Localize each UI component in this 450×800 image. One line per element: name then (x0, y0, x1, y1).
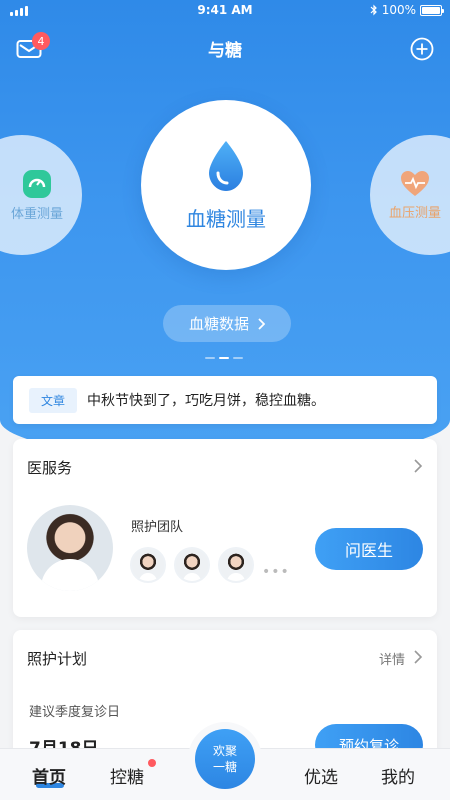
tab-sugar-control[interactable]: 控糖 (110, 763, 144, 788)
team-member-avatar[interactable] (218, 547, 254, 583)
blood-sugar-data-button[interactable]: 血糖数据 (163, 305, 291, 342)
carousel-dot-active (219, 357, 229, 359)
blood-sugar-measure-card[interactable]: 血糖测量 (141, 100, 311, 270)
tab-mine[interactable]: 我的 (381, 763, 415, 788)
doctor-avatar[interactable] (27, 505, 113, 591)
blood-drop-icon (209, 140, 243, 191)
blood-pressure-label: 血压测量 (388, 205, 441, 221)
care-plan-title: 照护计划 (27, 650, 88, 668)
care-plan-detail-link[interactable]: 详情 (379, 649, 405, 668)
article-banner[interactable]: 文章 中秋节快到了，巧吃月饼，稳控血糖。 (13, 376, 437, 424)
carousel-indicator (205, 357, 243, 359)
care-plan-subtitle: 建议季度复诊日 (29, 705, 121, 720)
carousel-dot (233, 357, 243, 359)
blood-sugar-data-label: 血糖数据 (188, 315, 249, 333)
center-tab-button[interactable]: 欢聚 一糖 (195, 729, 255, 789)
chevron-right-icon[interactable] (413, 650, 423, 664)
add-icon[interactable] (410, 37, 434, 61)
medical-service-card: 医服务 照护团队 ••• 问医生 (13, 439, 437, 617)
tab-select[interactable]: 优选 (304, 763, 338, 788)
battery-icon (420, 4, 444, 16)
chevron-right-icon[interactable] (413, 459, 423, 473)
article-text: 中秋节快到了，巧吃月饼，稳控血糖。 (87, 393, 326, 409)
team-member-avatar[interactable] (130, 547, 166, 583)
carousel-dot (205, 357, 215, 359)
care-team-avatars[interactable]: ••• (130, 547, 290, 583)
page-title: 与糖 (208, 41, 242, 61)
care-team-label: 照护团队 (131, 520, 184, 535)
medical-service-title: 医服务 (27, 459, 73, 477)
status-bar: 9:41 AM 100% (0, 0, 450, 22)
status-right: 100% (370, 3, 444, 17)
center-tab-line1: 欢聚 (212, 744, 237, 758)
center-tab-line2: 一糖 (212, 760, 237, 774)
heart-pulse-icon (401, 170, 429, 196)
more-icon: ••• (262, 564, 290, 580)
battery-percent: 100% (381, 3, 416, 17)
article-tag: 文章 (29, 387, 78, 413)
blood-sugar-measure-label: 血糖测量 (186, 206, 266, 231)
bluetooth-icon (370, 4, 377, 16)
tab-home[interactable]: 首页 (32, 763, 66, 788)
tab-notification-dot (148, 759, 156, 767)
team-member-avatar[interactable] (174, 547, 210, 583)
chevron-right-icon (258, 317, 265, 330)
weight-measure-card[interactable]: 体重测量 (0, 135, 82, 255)
ask-doctor-button[interactable]: 问医生 (315, 528, 423, 570)
scale-icon (23, 169, 51, 198)
weight-measure-label: 体重测量 (10, 206, 63, 222)
blood-pressure-card[interactable]: 血压测量 (370, 135, 450, 255)
